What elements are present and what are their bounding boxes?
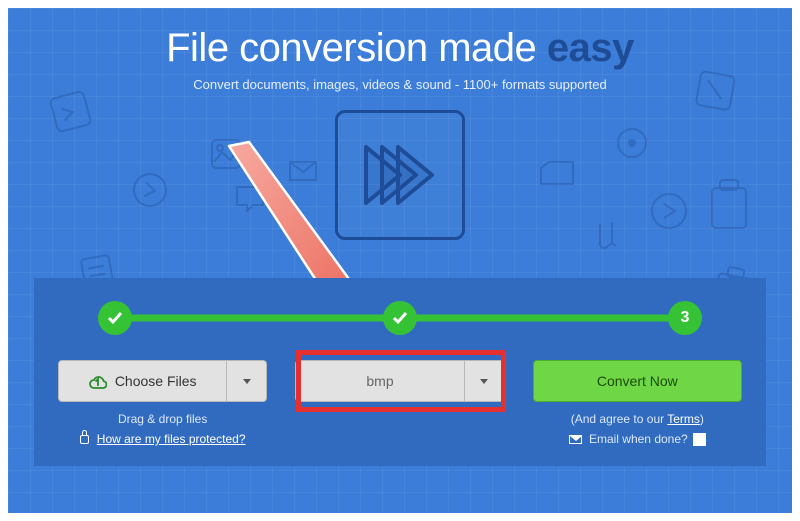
page-title: File conversion made easy — [8, 26, 792, 71]
cloud-upload-icon — [89, 373, 107, 389]
stepper: 3 — [58, 300, 742, 336]
fast-forward-icon — [352, 127, 448, 223]
hero: File conversion made easy Convert docume… — [8, 8, 792, 513]
chevron-down-icon — [243, 379, 251, 384]
email-done-checkbox[interactable] — [693, 433, 706, 446]
conversion-panel: 3 Choose Files — [34, 278, 766, 466]
choose-files-button[interactable]: Choose Files — [58, 360, 227, 402]
lock-icon — [80, 435, 89, 444]
format-selected-value: bmp — [366, 373, 393, 389]
convert-col: Convert Now (And agree to our Terms) Ema… — [533, 360, 742, 446]
title-emphasis: easy — [547, 26, 634, 70]
protected-hint: How are my files protected? — [80, 432, 246, 446]
format-select[interactable]: bmp — [295, 360, 464, 402]
drag-drop-hint: Drag & drop files — [118, 412, 207, 426]
files-protected-link[interactable]: How are my files protected? — [97, 432, 246, 446]
format-select-group: bmp — [295, 360, 504, 402]
format-dropdown[interactable] — [465, 360, 505, 402]
page-subtitle: Convert documents, images, videos & soun… — [8, 77, 792, 92]
logo-wrap — [8, 110, 792, 240]
mail-icon — [569, 435, 582, 444]
step-1-done — [98, 301, 132, 335]
email-done-label: Email when done? — [589, 432, 688, 446]
choose-files-label: Choose Files — [115, 373, 197, 389]
choose-files-group: Choose Files — [58, 360, 267, 402]
choose-files-col: Choose Files Drag & drop files How are m… — [58, 360, 267, 446]
app-logo — [335, 110, 465, 240]
convert-now-button[interactable]: Convert Now — [533, 360, 742, 402]
controls-row: Choose Files Drag & drop files How are m… — [58, 360, 742, 446]
email-done-row: Email when done? — [569, 432, 706, 446]
step-2-done — [383, 301, 417, 335]
terms-link[interactable]: Terms — [667, 412, 700, 426]
check-icon — [391, 309, 409, 327]
step-3-label: 3 — [681, 309, 690, 327]
step-3-current: 3 — [668, 301, 702, 335]
chevron-down-icon — [480, 379, 488, 384]
choose-files-dropdown[interactable] — [227, 360, 267, 402]
terms-hint: (And agree to our Terms) — [571, 412, 704, 426]
format-col: bmp — [295, 360, 504, 446]
check-icon — [106, 309, 124, 327]
title-text: File conversion made — [166, 26, 547, 70]
convert-now-label: Convert Now — [597, 373, 678, 389]
